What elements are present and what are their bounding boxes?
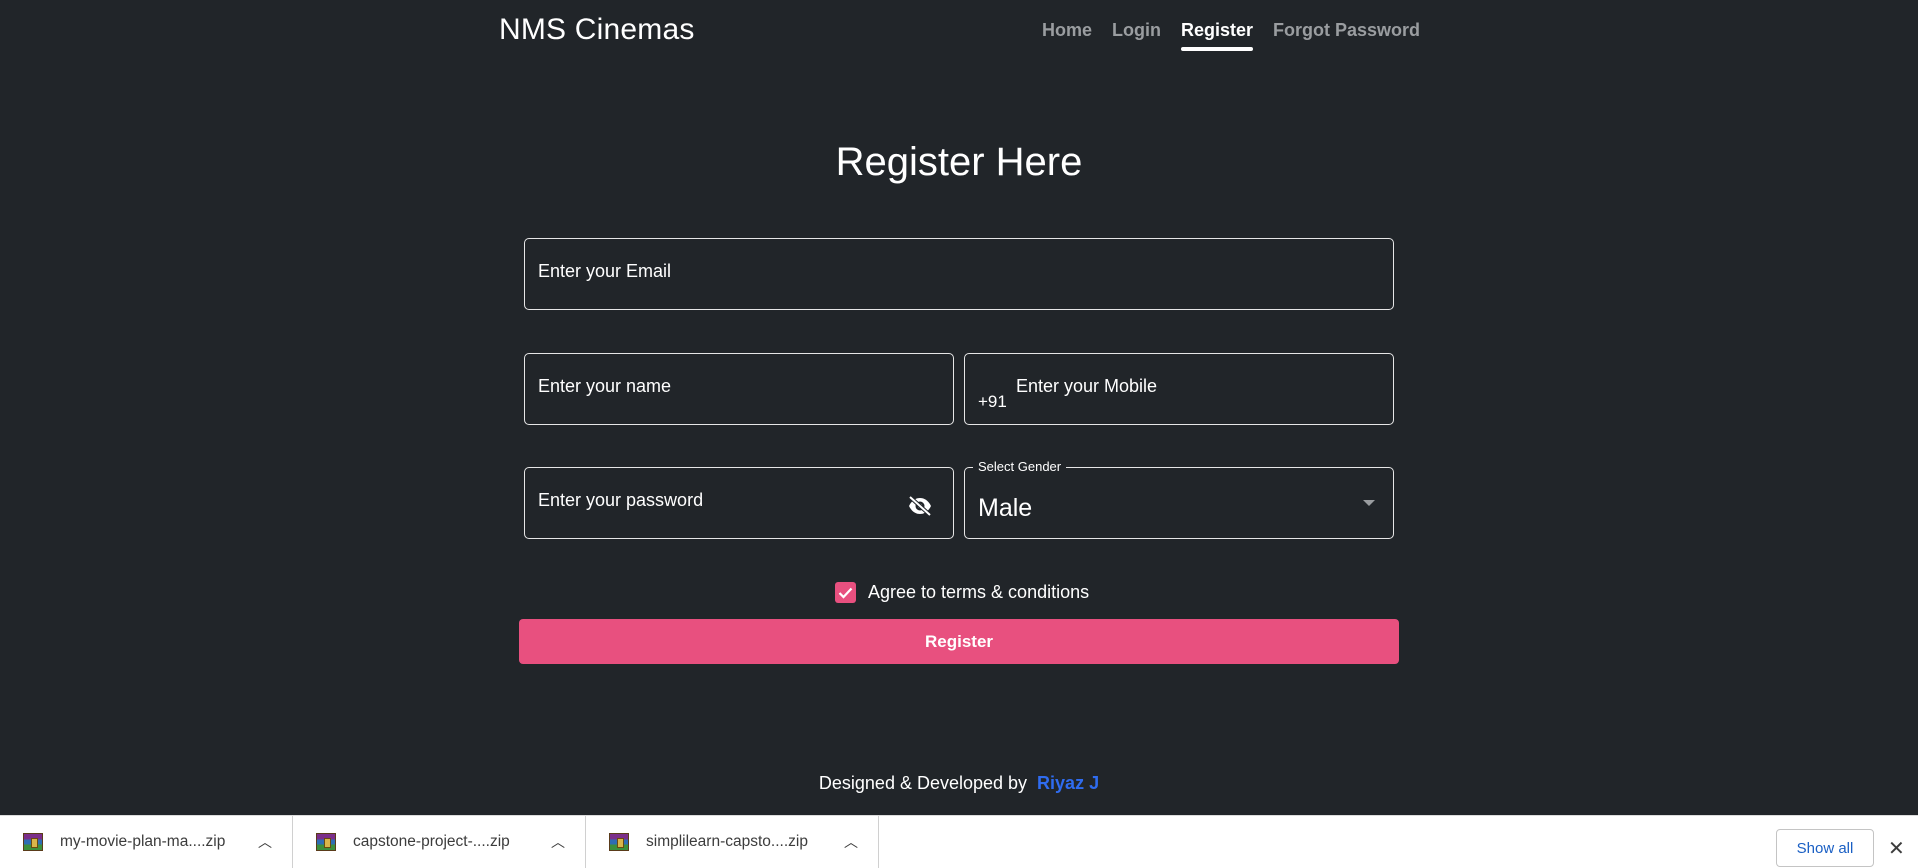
gender-select-value: Male [978, 494, 1033, 522]
email-field[interactable]: Enter your Email [524, 238, 1394, 310]
gender-select[interactable]: Select Gender Male [964, 459, 1394, 539]
mobile-placeholder: Enter your Mobile [1016, 376, 1158, 396]
nav-forgot-password[interactable]: Forgot Password [1273, 20, 1420, 51]
gender-select-label: Select Gender [973, 459, 1067, 474]
main-nav: Home Login Register Forgot Password [1042, 20, 1420, 51]
agree-checkbox[interactable] [835, 582, 856, 603]
check-icon [838, 587, 853, 599]
mobile-country-prefix: +91 [978, 392, 1007, 411]
author-link[interactable]: Riyaz J [1037, 773, 1099, 793]
register-button[interactable]: Register [519, 619, 1399, 664]
footer-text: Designed & Developed by [818, 773, 1028, 793]
show-all-button[interactable]: Show all [1776, 829, 1874, 867]
chevron-up-icon[interactable]: ︿ [543, 832, 573, 852]
close-icon[interactable]: ✕ [1888, 836, 1905, 861]
download-filename: capstone-project-....zip [353, 833, 510, 850]
nav-home[interactable]: Home [1042, 20, 1092, 51]
archive-icon [609, 833, 629, 851]
chevron-up-icon[interactable]: ︿ [836, 832, 866, 852]
mobile-field[interactable]: +91 Enter your Mobile [964, 353, 1394, 425]
archive-icon [316, 833, 336, 851]
download-filename: my-movie-plan-ma....zip [60, 833, 226, 850]
brand-logo[interactable]: NMS Cinemas [499, 13, 695, 47]
agree-label: Agree to terms & conditions [868, 582, 1090, 602]
download-bar: my-movie-plan-ma....zip ︿ capstone-proje… [0, 815, 1918, 868]
download-item[interactable]: capstone-project-....zip ︿ [293, 815, 586, 868]
page-title: Register Here [835, 140, 1083, 184]
eye-off-icon[interactable] [907, 495, 933, 517]
page: NMS Cinemas Home Login Register Forgot P… [0, 0, 1918, 868]
name-field[interactable]: Enter your name [524, 353, 954, 425]
agree-terms[interactable]: Agree to terms & conditions [835, 582, 1089, 603]
nav-login[interactable]: Login [1112, 20, 1161, 51]
download-filename: simplilearn-capsto....zip [646, 833, 808, 850]
nav-register[interactable]: Register [1180, 20, 1254, 51]
chevron-down-icon [1363, 500, 1375, 506]
email-placeholder: Enter your Email [538, 261, 672, 281]
download-item[interactable]: simplilearn-capsto....zip ︿ [586, 815, 879, 868]
name-placeholder: Enter your name [538, 376, 672, 396]
archive-icon [23, 833, 43, 851]
password-placeholder: Enter your password [538, 490, 704, 510]
footer: Designed & Developed by Riyaz J [0, 773, 1918, 794]
password-field[interactable]: Enter your password [524, 467, 954, 539]
download-item[interactable]: my-movie-plan-ma....zip ︿ [0, 815, 293, 868]
chevron-up-icon[interactable]: ︿ [250, 832, 280, 852]
